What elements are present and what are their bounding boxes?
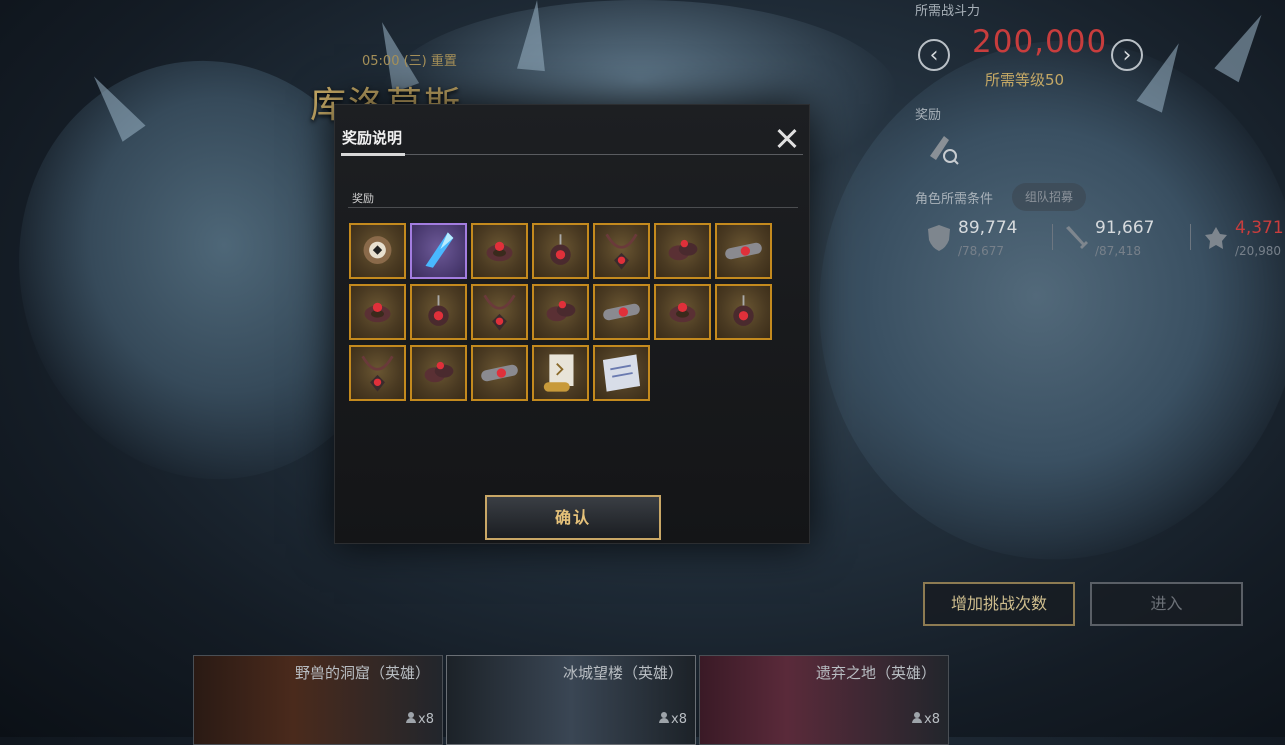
title-divider bbox=[341, 154, 803, 155]
dungeon-card[interactable]: 遗弃之地（英雄） x8 bbox=[699, 655, 949, 745]
ring-icon bbox=[364, 302, 391, 323]
reward-item-slot[interactable] bbox=[349, 223, 406, 279]
reward-item-slot[interactable] bbox=[532, 223, 589, 279]
shield-icon bbox=[928, 225, 950, 251]
stat-divider bbox=[1190, 224, 1191, 250]
earring-icon bbox=[428, 295, 449, 326]
required-power-value: 200,000 bbox=[972, 24, 1108, 60]
reward-item-slot[interactable] bbox=[349, 345, 406, 401]
reward-info-dialog: 奖励说明 奖励 确认 bbox=[334, 104, 810, 544]
chevron-left-icon: ‹ bbox=[929, 43, 939, 68]
party-size: x8 bbox=[659, 712, 687, 727]
sword-icon bbox=[1066, 226, 1088, 249]
necklace-icon bbox=[361, 355, 394, 392]
earring-icon bbox=[733, 295, 754, 326]
reward-item-slot[interactable] bbox=[471, 284, 528, 340]
dungeon-name: 遗弃之地（英雄） bbox=[815, 664, 936, 682]
stat-value: 4,371 bbox=[1235, 218, 1284, 238]
confirm-button[interactable]: 确认 bbox=[485, 495, 661, 540]
stat-required: /87,418 bbox=[1095, 244, 1142, 258]
reward-item-slot[interactable] bbox=[410, 223, 467, 279]
reward-section-label: 奖励 bbox=[352, 192, 374, 205]
reward-item-slot[interactable] bbox=[532, 284, 589, 340]
ring-pair-icon bbox=[668, 239, 698, 261]
conditions-label: 角色所需条件 bbox=[915, 192, 994, 207]
scroll-icon bbox=[543, 354, 574, 392]
next-difficulty-button[interactable]: › bbox=[1111, 39, 1143, 71]
reward-item-slot[interactable] bbox=[532, 345, 589, 401]
stat-required: /20,980 bbox=[1235, 244, 1282, 258]
close-icon[interactable] bbox=[773, 125, 801, 153]
reward-item-slot[interactable] bbox=[349, 284, 406, 340]
dungeon-name: 野兽的洞窟（英雄） bbox=[294, 664, 430, 682]
reward-item-slot[interactable] bbox=[715, 284, 772, 340]
blueprint-icon bbox=[602, 354, 641, 392]
ring-icon bbox=[486, 241, 513, 262]
person-icon bbox=[406, 712, 417, 723]
reward-item-slot[interactable] bbox=[410, 345, 467, 401]
party-size: x8 bbox=[406, 712, 434, 727]
add-attempts-button[interactable]: 增加挑战次数 bbox=[923, 582, 1075, 626]
enter-button[interactable]: 进入 bbox=[1090, 582, 1243, 626]
necklace-icon bbox=[605, 233, 638, 270]
stat-required: /78,677 bbox=[958, 244, 1005, 258]
dungeon-card[interactable]: 野兽的洞窟（英雄） x8 bbox=[193, 655, 443, 745]
reward-item-slot[interactable] bbox=[654, 223, 711, 279]
required-power-label: 所需战斗力 bbox=[915, 4, 981, 19]
dialog-title: 奖励说明 bbox=[342, 129, 403, 147]
party-size: x8 bbox=[912, 712, 940, 727]
dungeon-card[interactable]: 冰城望楼（英雄） x8 bbox=[446, 655, 696, 745]
ring-icon bbox=[669, 302, 696, 323]
reward-item-slot[interactable] bbox=[593, 223, 650, 279]
emblem-icon bbox=[1205, 227, 1227, 249]
necklace-icon bbox=[483, 294, 516, 331]
bracelet-icon bbox=[481, 364, 518, 382]
dungeon-name: 冰城望楼（英雄） bbox=[562, 664, 683, 682]
chevron-right-icon: › bbox=[1122, 43, 1132, 68]
reward-item-slot[interactable] bbox=[715, 223, 772, 279]
reward-label: 奖励 bbox=[915, 108, 942, 123]
stat-divider bbox=[1052, 224, 1053, 250]
person-icon bbox=[659, 712, 670, 723]
ring-pair-icon bbox=[424, 361, 454, 383]
reward-item-slot[interactable] bbox=[654, 284, 711, 340]
reset-time-text: 05:00 (三) 重置 bbox=[362, 54, 457, 69]
emblem-badge-icon bbox=[363, 236, 392, 264]
bracelet-icon bbox=[603, 303, 640, 321]
ring-pair-icon bbox=[546, 300, 576, 322]
stat-value: 91,667 bbox=[1095, 218, 1155, 238]
reward-item-slot[interactable] bbox=[471, 345, 528, 401]
reward-item-slot[interactable] bbox=[593, 345, 650, 401]
level-requirement: 所需等级50 bbox=[985, 71, 1065, 89]
stat-value: 89,774 bbox=[958, 218, 1018, 238]
earring-icon bbox=[550, 234, 571, 265]
party-recruit-button[interactable]: 组队招募 bbox=[1012, 183, 1086, 211]
prev-difficulty-button[interactable]: ‹ bbox=[918, 39, 950, 71]
reward-item-slot[interactable] bbox=[410, 284, 467, 340]
section-divider bbox=[348, 207, 798, 208]
dragon-spike bbox=[1214, 7, 1274, 83]
reward-item-slot[interactable] bbox=[593, 284, 650, 340]
bracelet-icon bbox=[725, 242, 762, 260]
active-tab-underline bbox=[341, 153, 405, 156]
reward-preview-icon[interactable] bbox=[924, 130, 960, 166]
blue-crystal-icon bbox=[425, 232, 454, 268]
reward-item-slot[interactable] bbox=[471, 223, 528, 279]
person-icon bbox=[912, 712, 923, 723]
